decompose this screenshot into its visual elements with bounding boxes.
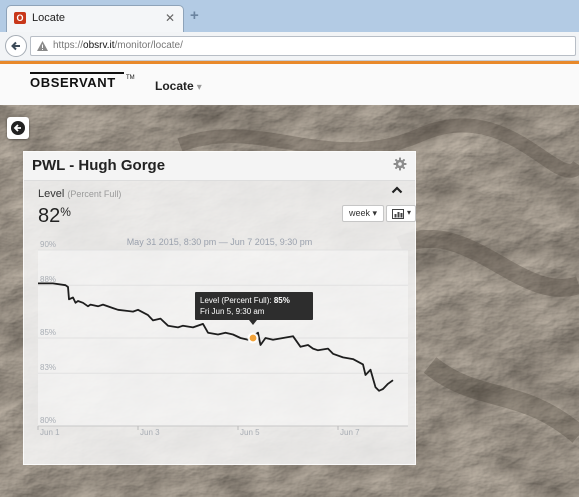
logo-trademark: TM [126,75,135,81]
warning-icon [37,41,48,51]
new-tab-icon[interactable]: + [190,7,199,24]
favicon-icon: O [14,12,26,24]
url-path: /monitor/locate/ [114,40,183,51]
y-tick-label: 85% [40,328,56,337]
back-arrow-icon [11,41,20,51]
x-tick-label: Jun 7 [340,428,360,437]
y-tick-label: 83% [40,363,56,372]
url-text: https://obsrv.it/monitor/locate/ [53,40,183,51]
tooltip-value: 85% [274,296,290,305]
tooltip-label: Level (Percent Full): 85% [200,296,290,305]
locate-menu[interactable]: Locate ▾ [155,79,202,93]
url-prefix: https:// [53,40,84,51]
map-back-button[interactable] [7,117,29,139]
url-host: obsrv.it [83,40,115,51]
highlight-point [248,333,258,343]
y-tick-label: 90% [40,240,56,249]
browser-tab-bar: O Locate ✕ + [0,0,579,32]
tab-title: Locate [32,12,66,24]
browser-back-button[interactable] [5,35,27,57]
close-tab-icon[interactable]: ✕ [165,11,175,25]
x-tick-label: Jun 1 [40,428,60,437]
sensor-panel: PWL - Hugh Gorge Level (Percent Full) 82… [23,151,416,465]
level-chart[interactable]: 80%83%85%88%90%Jun 1 Jun 3 Jun 5 Jun 7Level… [24,152,417,466]
tooltip-prefix: Level (Percent Full): [200,296,274,305]
tooltip-date: Fri Jun 5, 9:30 am [200,307,265,316]
browser-nav-bar: https://obsrv.it/monitor/locate/ [0,32,579,61]
x-tick-label: Jun 5 [240,428,260,437]
address-bar[interactable]: https://obsrv.it/monitor/locate/ [30,36,576,56]
chevron-down-icon: ▾ [196,82,202,93]
x-tick-label: Jun 3 [140,428,160,437]
logo-text: OBSERVANT [30,75,116,90]
circle-arrow-left-icon [11,121,25,135]
y-tick-label: 80% [40,416,56,425]
observant-logo[interactable]: OBSERVANT TM [30,72,135,90]
locate-menu-label: Locate [155,79,194,93]
logo-bar [30,72,124,74]
app-header: OBSERVANT TM Locate ▾ [0,61,579,105]
browser-tab[interactable]: O Locate ✕ [6,5,184,32]
